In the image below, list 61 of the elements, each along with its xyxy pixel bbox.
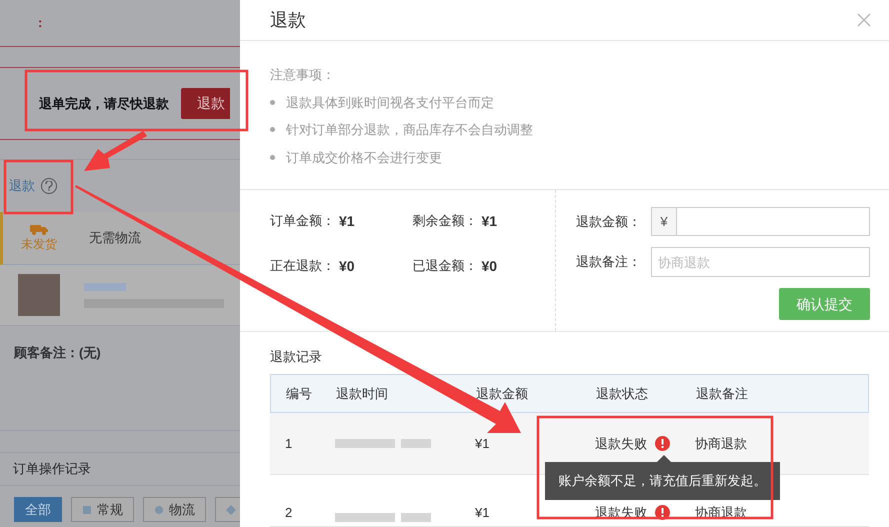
blurred-text <box>335 513 395 522</box>
table-cell-text: ¥1 <box>475 434 490 453</box>
amount-label: 剩余金额： <box>412 212 478 230</box>
blurred-text <box>335 439 395 448</box>
note-text: 针对订单部分退款，商品库存不会自动调整 <box>286 121 533 139</box>
table-cell-text: 退款失败 <box>595 434 647 453</box>
note-text: 退款具体到账时间视各支付平台而定 <box>286 94 494 112</box>
diamond-icon <box>226 504 236 514</box>
filter-tab[interactable] <box>215 497 240 522</box>
truck-icon <box>30 224 48 234</box>
table-cell-text: 1 <box>284 434 294 453</box>
currency-prefix: ¥ <box>652 208 677 235</box>
square-icon <box>82 504 92 514</box>
header-mark: : <box>38 14 42 32</box>
dialog-title: 退款 <box>270 8 306 32</box>
photo-placeholder <box>18 274 60 316</box>
records-title: 退款记录 <box>270 348 323 366</box>
amount-value: ¥1 <box>482 212 498 231</box>
amount-label: 正在退款： <box>270 257 335 275</box>
note-text: 订单成交价格不会进行变更 <box>286 148 442 166</box>
warning-icon <box>655 436 670 451</box>
help-icon <box>41 178 57 194</box>
filter-tab[interactable]: 全部 <box>14 497 62 522</box>
column-header: 退款备注 <box>696 384 749 403</box>
amount-value: ¥0 <box>482 257 498 276</box>
refund-button[interactable]: 退款 <box>181 88 230 119</box>
error-tooltip: 账户余额不足，请充值后重新发起。 <box>545 462 780 500</box>
field-label: 退款金额： <box>576 212 642 231</box>
close-icon[interactable] <box>857 13 871 27</box>
table-cell-text: 2 <box>284 504 294 522</box>
field-label: 退款备注： <box>576 253 642 272</box>
column-header: 退款金额 <box>476 384 529 403</box>
shipping-method: 无需物流 <box>89 229 141 248</box>
bullet-icon <box>270 154 275 160</box>
blurred-text <box>84 282 126 290</box>
filter-tab[interactable]: 常规 <box>71 497 134 522</box>
amount-label: 已退金额： <box>412 257 478 275</box>
bullet-icon <box>270 127 275 132</box>
column-header: 编号 <box>285 384 313 403</box>
blurred-text <box>401 513 431 522</box>
note-input[interactable]: 协商退款 <box>651 247 870 277</box>
customer-note: 顾客备注：(无) <box>14 344 101 362</box>
circle-icon <box>154 504 164 514</box>
amount-input[interactable]: ¥ <box>651 207 870 236</box>
shipping-status: 未发货 <box>21 236 57 252</box>
column-header: 退款状态 <box>596 384 649 403</box>
filter-tab[interactable]: 物流 <box>143 497 206 522</box>
annotation-box <box>4 160 74 214</box>
bullet-icon <box>270 100 275 105</box>
blurred-text <box>401 439 431 448</box>
amount-value: ¥1 <box>339 212 355 231</box>
amount-label: 订单金额： <box>270 212 335 230</box>
tooltip-pointer <box>657 455 671 462</box>
table-cell-text: 协商退款 <box>695 434 748 453</box>
notes-title: 注意事项： <box>270 66 336 84</box>
column-header: 退款时间 <box>336 384 389 403</box>
annotation-arrow <box>84 131 147 171</box>
log-title: 订单操作记录 <box>13 460 91 478</box>
banner-text: 退单完成，请尽快退款 <box>39 94 169 113</box>
amount-value: ¥0 <box>339 257 355 276</box>
table-cell-text: ¥1 <box>475 504 490 522</box>
